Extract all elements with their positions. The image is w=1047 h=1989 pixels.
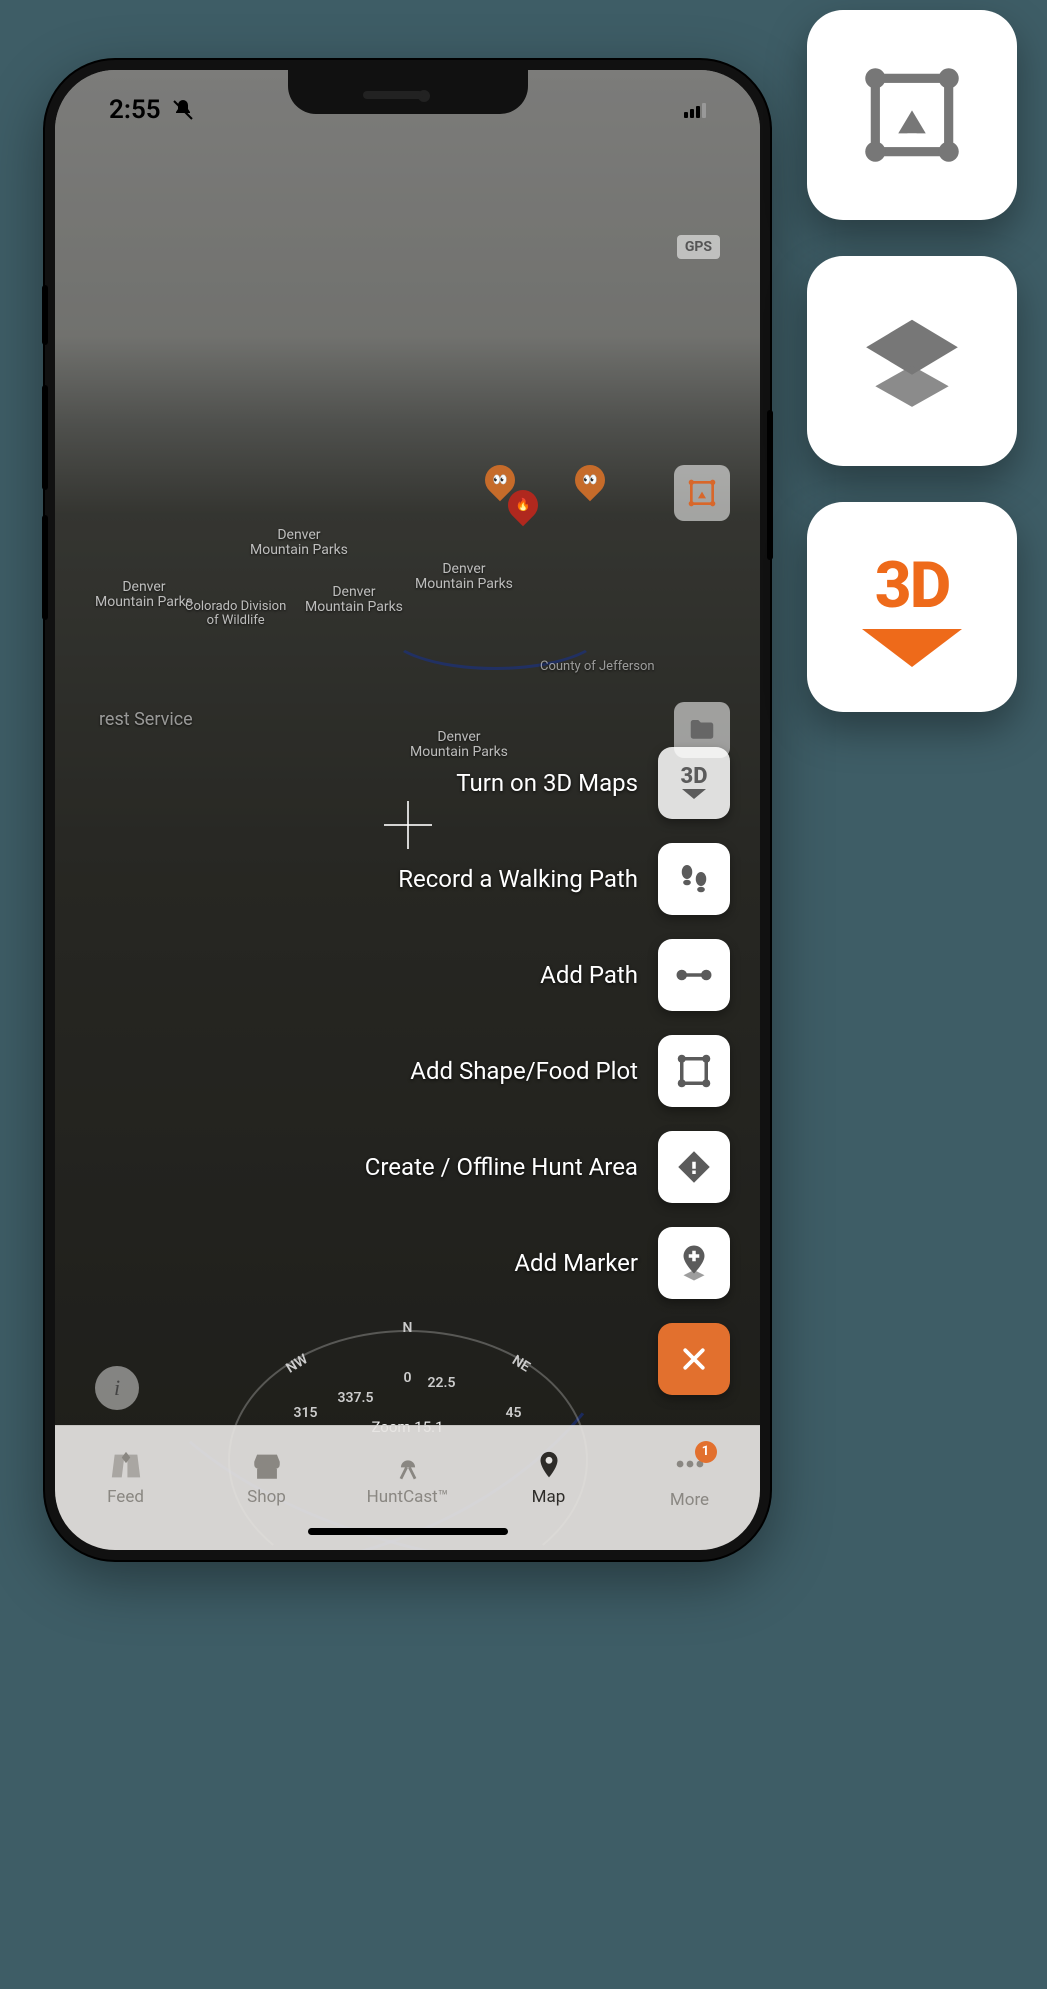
huntcast-icon — [391, 1449, 425, 1483]
tab-label: Shop — [247, 1487, 286, 1507]
fab-label: Turn on 3D Maps — [456, 769, 638, 797]
screen: 2:55 Denver Mountain Parks Denver Mounta… — [55, 70, 760, 1550]
compass-deg: 45 — [506, 1405, 522, 1421]
callout-stack: 3D — [807, 10, 1017, 712]
map-label: Denver Mountain Parks — [250, 528, 348, 559]
fab-label: Record a Walking Path — [398, 865, 638, 893]
map-pin-icon — [532, 1449, 566, 1483]
tab-map[interactable]: Map — [478, 1426, 619, 1530]
fab-close[interactable] — [658, 1323, 730, 1395]
tab-more[interactable]: 1 More — [619, 1426, 760, 1530]
fab-label: Add Path — [540, 961, 638, 989]
map-label: rest Service — [99, 710, 193, 730]
fab-item-add-path[interactable]: Add Path — [540, 939, 730, 1011]
cellular-signal-icon — [684, 103, 706, 118]
feed-icon — [109, 1449, 143, 1483]
close-icon — [658, 1323, 730, 1395]
path-icon — [658, 939, 730, 1011]
map-marker-camp[interactable]: 🔥 — [508, 490, 538, 526]
tab-label: Map — [532, 1487, 566, 1507]
hunt-area-icon — [857, 60, 967, 170]
power-button — [767, 410, 773, 560]
tab-label: Feed — [107, 1487, 144, 1507]
chevron-down-icon — [862, 629, 962, 667]
hunt-area-outline-icon — [686, 477, 718, 509]
fab-item-offline-area[interactable]: Create / Offline Hunt Area — [365, 1131, 730, 1203]
notch — [288, 70, 528, 114]
layers-icon — [857, 306, 967, 416]
tab-huntcast[interactable]: HuntCast™ — [337, 1426, 478, 1530]
tab-label: HuntCast™ — [367, 1487, 449, 1507]
shop-icon — [250, 1449, 284, 1483]
compass-deg: 315 — [294, 1405, 318, 1421]
sidebar-tool-hunt-area[interactable] — [674, 465, 730, 521]
volume-down-button — [42, 515, 48, 620]
three-d-label: 3D — [875, 548, 949, 623]
add-marker-icon — [658, 1227, 730, 1299]
3d-maps-icon: 3D — [658, 747, 730, 819]
fab-label: Add Marker — [514, 1249, 638, 1277]
volume-up-button — [42, 385, 48, 490]
status-time: 2:55 — [109, 95, 161, 125]
footsteps-icon — [658, 843, 730, 915]
callout-layers[interactable] — [807, 256, 1017, 466]
map-label: Colorado Division of Wildlife — [185, 600, 286, 629]
map-label: County of Jefferson — [540, 660, 655, 674]
fab-label: Create / Offline Hunt Area — [365, 1153, 638, 1181]
shape-icon — [658, 1035, 730, 1107]
map-marker-glassing[interactable]: 👀 — [575, 465, 605, 501]
callout-3d[interactable]: 3D — [807, 502, 1017, 712]
fab-item-add-shape[interactable]: Add Shape/Food Plot — [410, 1035, 730, 1107]
phone-frame: 2:55 Denver Mountain Parks Denver Mounta… — [45, 60, 770, 1560]
gps-chip[interactable]: GPS — [677, 235, 720, 259]
fab-item-3d-maps[interactable]: Turn on 3D Maps 3D — [456, 747, 730, 819]
bell-slash-icon — [171, 98, 195, 122]
home-indicator[interactable] — [308, 1528, 508, 1535]
tab-feed[interactable]: Feed — [55, 1426, 196, 1530]
map-label: Denver Mountain Parks — [305, 585, 403, 616]
fab-label: Add Shape/Food Plot — [410, 1057, 638, 1085]
info-button[interactable]: i — [95, 1366, 139, 1410]
tab-shop[interactable]: Shop — [196, 1426, 337, 1530]
fab-item-record-path[interactable]: Record a Walking Path — [398, 843, 730, 915]
callout-hunt-area[interactable] — [807, 10, 1017, 220]
fab-item-add-marker[interactable]: Add Marker — [514, 1227, 730, 1299]
tab-label: More — [670, 1490, 709, 1510]
map-label: Denver Mountain Parks — [415, 562, 513, 593]
badge-count: 1 — [695, 1441, 717, 1463]
offline-area-icon — [658, 1131, 730, 1203]
mute-switch — [42, 285, 48, 345]
folder-icon — [687, 715, 717, 745]
fab-menu: Turn on 3D Maps 3D Record a Walking Path… — [365, 747, 730, 1395]
map-label: Denver Mountain Parks — [95, 580, 193, 611]
